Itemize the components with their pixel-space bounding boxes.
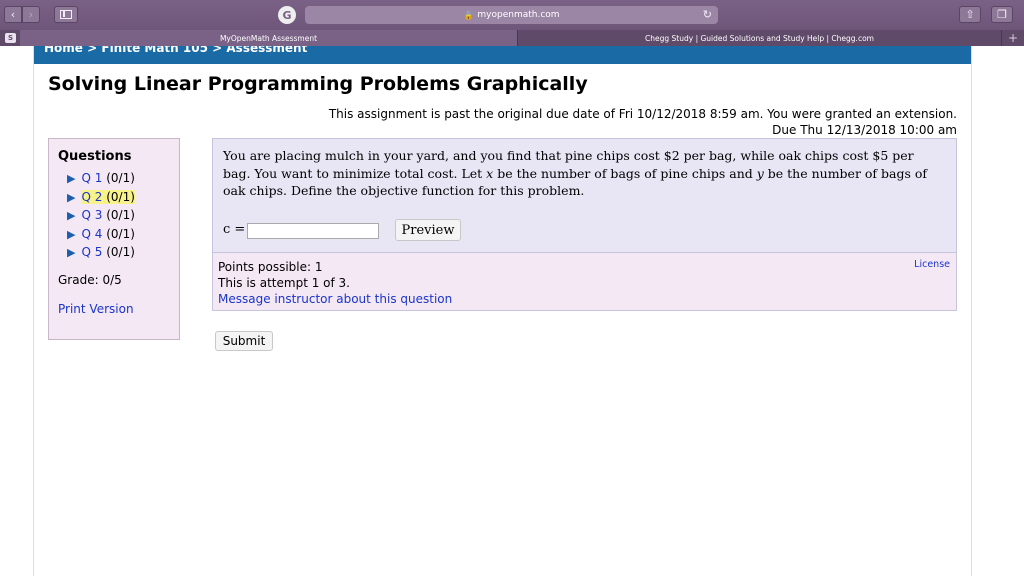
reload-icon[interactable]: ↻ xyxy=(703,8,712,21)
points-possible-text: Points possible: 1 xyxy=(218,260,323,274)
back-button[interactable]: ‹ xyxy=(4,6,22,23)
question-nav-item-3: ▶ Q 3 (0/1) xyxy=(67,206,135,225)
tabs-icon: ❐ xyxy=(997,8,1007,21)
attempt-text: This is attempt 1 of 3. xyxy=(218,276,350,290)
page-content: Home > Finite Math 105 > Assessment Solv… xyxy=(33,46,972,576)
play-arrow-icon: ▶ xyxy=(67,246,76,259)
question-score: (0/1) xyxy=(106,171,135,185)
play-arrow-icon: ▶ xyxy=(67,227,76,241)
question-info-box: Points possible: 1 This is attempt 1 of … xyxy=(212,253,957,311)
question-text: You are placing mulch in your yard, and … xyxy=(223,148,928,198)
question-link-2[interactable]: Q 2 xyxy=(81,190,102,204)
breadcrumb-home-link[interactable]: Home xyxy=(44,46,83,55)
answer-label: c = xyxy=(223,222,246,237)
play-arrow-icon: ▶ xyxy=(67,190,76,204)
play-arrow-icon: ▶ xyxy=(67,209,76,222)
due-extension-text: This assignment is past the original due… xyxy=(328,107,957,121)
sidebar-icon xyxy=(60,10,72,19)
breadcrumb-course-link[interactable]: Finite Math 105 xyxy=(101,46,208,55)
breadcrumb-current: Assessment xyxy=(226,46,308,55)
question-box: You are placing mulch in your yard, and … xyxy=(212,138,957,253)
message-instructor-link[interactable]: Message instructor about this question xyxy=(218,291,452,307)
question-nav-item-5: ▶ Q 5 (0/1) xyxy=(67,243,135,262)
question-score: (0/1) xyxy=(106,189,135,204)
question-nav-item-1: ▶ Q 1 (0/1) xyxy=(67,169,135,188)
submit-button[interactable]: Submit xyxy=(215,331,273,351)
question-nav-item-2: ▶ Q 2 (0/1) xyxy=(67,188,135,207)
address-bar[interactable]: 🔒 myopenmath.com ↻ xyxy=(305,6,718,24)
question-list: ▶ Q 1 (0/1) ▶ Q 2 (0/1) ▶ Q 3 (0/1) ▶ Q 4 (0… xyxy=(67,169,135,262)
extension-icon: G xyxy=(282,8,292,22)
sidebar-toggle-button[interactable] xyxy=(54,6,78,23)
question-score: (0/1) xyxy=(106,245,135,259)
new-tab-button[interactable]: + xyxy=(1008,31,1018,45)
tab-chegg[interactable]: Chegg Study | Guided Solutions and Study… xyxy=(518,30,1002,46)
question-nav-panel: Questions ▶ Q 1 (0/1) ▶ Q 2 (0/1) ▶ Q 3 (0/… xyxy=(48,138,180,340)
chevron-left-icon: ‹ xyxy=(10,8,16,21)
question-link-4[interactable]: Q 4 xyxy=(81,227,102,241)
share-button[interactable]: ⇧ xyxy=(959,6,981,23)
share-icon: ⇧ xyxy=(965,8,975,21)
extension-button[interactable]: G xyxy=(278,6,296,24)
browser-toolbar: ‹ › G 🔒 myopenmath.com ↻ ⇧ ❐ xyxy=(0,0,1024,30)
play-arrow-icon: ▶ xyxy=(67,172,76,185)
show-tabs-button[interactable]: ❐ xyxy=(991,6,1013,23)
forward-button[interactable]: › xyxy=(22,6,40,23)
questions-heading: Questions xyxy=(58,149,132,164)
tab-strip: S MyOpenMath Assessment Chegg Study | Gu… xyxy=(0,30,1024,46)
preview-button[interactable]: Preview xyxy=(395,219,461,241)
due-date-text: Due Thu 12/13/2018 10:00 am xyxy=(772,123,957,137)
breadcrumb: Home > Finite Math 105 > Assessment xyxy=(34,46,971,64)
question-link-1[interactable]: Q 1 xyxy=(81,171,102,185)
print-version-link[interactable]: Print Version xyxy=(58,302,134,316)
question-nav-item-4: ▶ Q 4 (0/1) xyxy=(67,225,135,244)
answer-input[interactable] xyxy=(247,223,379,239)
license-link[interactable]: License xyxy=(914,257,950,273)
lock-icon: 🔒 xyxy=(463,10,474,20)
chevron-right-icon: › xyxy=(28,8,34,21)
question-link-3[interactable]: Q 3 xyxy=(81,208,102,222)
variable-y: y xyxy=(756,165,764,181)
url-text: myopenmath.com xyxy=(477,10,560,20)
question-link-5[interactable]: Q 5 xyxy=(81,245,102,259)
grade-text: Grade: 0/5 xyxy=(58,273,122,287)
question-score: (0/1) xyxy=(106,226,135,241)
question-score: (0/1) xyxy=(106,208,135,222)
tab-myopenmath[interactable]: MyOpenMath Assessment xyxy=(20,30,518,46)
page-title: Solving Linear Programming Problems Grap… xyxy=(48,73,588,95)
pinned-tab-favicon[interactable]: S xyxy=(5,33,16,43)
due-date-info: This assignment is past the original due… xyxy=(329,106,957,138)
